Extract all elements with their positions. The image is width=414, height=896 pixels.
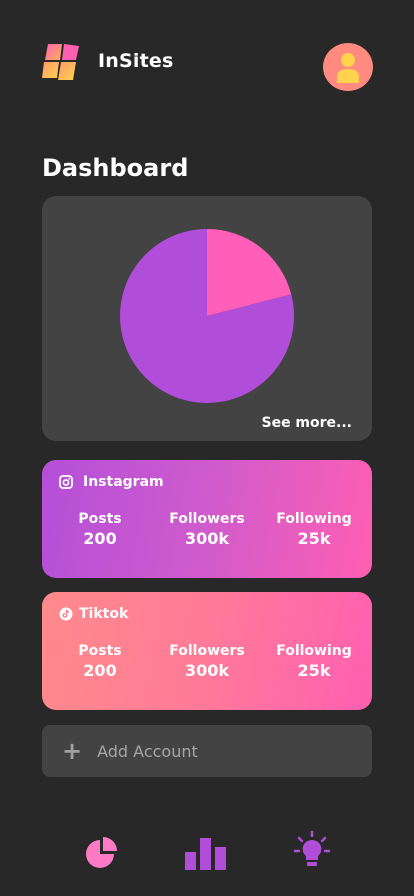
stat-posts: Posts 200 (66, 511, 134, 548)
nav-bar-chart-button[interactable] (182, 830, 232, 880)
app-header: InSites (0, 0, 414, 120)
stat-posts: Posts 200 (66, 643, 134, 680)
stat-value: 200 (83, 661, 117, 680)
stat-label: Posts (78, 643, 122, 659)
pie-chart-icon (86, 837, 117, 868)
stat-label: Following (276, 511, 352, 527)
stat-value: 25k (297, 661, 331, 680)
app-logo-icon (42, 44, 79, 80)
avatar[interactable] (323, 43, 373, 91)
tiktok-card[interactable]: Tiktok Posts 200 Followers 300k Followin… (42, 592, 372, 710)
page-title: Dashboard (42, 154, 189, 182)
add-account-label: Add Account (97, 741, 198, 761)
tiktok-header: Tiktok (59, 606, 128, 622)
instagram-card[interactable]: Instagram Posts 200 Followers 300k Follo… (42, 460, 372, 578)
app-title: InSites (98, 50, 174, 72)
stat-followers: Followers 300k (162, 643, 252, 680)
user-icon (337, 53, 359, 83)
stat-followers: Followers 300k (162, 511, 252, 548)
add-account-button[interactable]: + Add Account (42, 725, 372, 777)
stat-label: Followers (169, 643, 245, 659)
instagram-icon (59, 475, 73, 489)
pie-chart (120, 229, 295, 403)
bar-chart-icon (185, 838, 226, 870)
stat-label: Posts (78, 511, 122, 527)
stat-value: 300k (184, 529, 230, 548)
stat-following: Following 25k (268, 643, 360, 680)
platform-name: Instagram (83, 474, 164, 490)
chart-card: See more... (42, 196, 372, 441)
nav-pie-chart-button[interactable] (82, 830, 132, 880)
stat-value: 300k (184, 661, 230, 680)
stat-value: 200 (83, 529, 117, 548)
platform-name: Tiktok (79, 606, 129, 622)
stat-label: Following (276, 643, 352, 659)
instagram-header: Instagram (59, 474, 164, 490)
nav-insights-button[interactable] (292, 830, 342, 880)
plus-icon: + (62, 737, 83, 765)
bottom-nav (0, 830, 414, 890)
stat-value: 25k (297, 529, 331, 548)
stat-label: Followers (169, 511, 245, 527)
lightbulb-icon (293, 830, 331, 866)
tiktok-icon (59, 607, 73, 621)
stat-following: Following 25k (268, 511, 360, 548)
see-more-link[interactable]: See more... (261, 415, 352, 431)
